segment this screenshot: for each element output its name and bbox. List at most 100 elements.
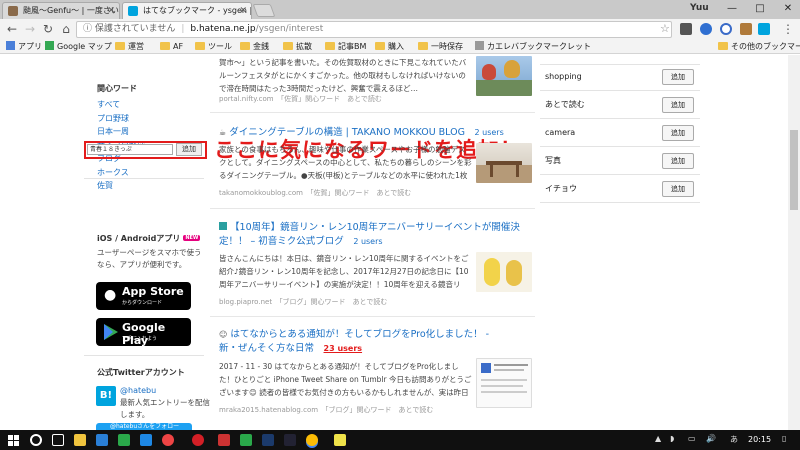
battery-icon[interactable]: ▭ <box>688 434 696 443</box>
extension-icon[interactable] <box>700 23 712 35</box>
read-later-link[interactable]: あとで読む <box>399 406 434 414</box>
entry-users[interactable]: 2 users <box>475 128 504 137</box>
entry-thumbnail[interactable] <box>476 56 532 96</box>
entry-thumbnail[interactable] <box>476 143 532 183</box>
interest-word-link[interactable]: 日本一周 <box>97 125 145 139</box>
bookmark-folder[interactable]: 一時保存 <box>418 41 463 53</box>
bookmark-folder[interactable]: 記事BM <box>325 41 366 53</box>
entry-thumbnail[interactable] <box>476 252 532 292</box>
ime-indicator[interactable]: あ <box>730 434 738 445</box>
entry-users[interactable]: 2 users <box>353 237 382 246</box>
entry-users[interactable]: 23 users <box>324 344 363 353</box>
hatena-bookmark-extension-icon[interactable] <box>758 23 770 35</box>
bookmark-folder[interactable]: 運営 <box>115 41 144 53</box>
read-later-link[interactable]: あとで読む <box>376 189 411 197</box>
tab-hatena[interactable]: はてなブックマーク - ysgen | 関 ✕ <box>122 2 252 19</box>
bookmark-folder[interactable]: 拡散 <box>283 41 312 53</box>
bookmark-folder[interactable]: 購入 <box>375 41 404 53</box>
twitter-handle[interactable]: @hatebu <box>120 386 156 395</box>
task-view-icon[interactable] <box>52 434 64 446</box>
app-store-button[interactable]: ● App Store からダウンロード <box>96 282 191 310</box>
filezilla-icon[interactable] <box>218 434 230 446</box>
photoshop-icon[interactable] <box>262 434 274 446</box>
entry-title[interactable]: 【10周年】鏡音リン・レン10周年アニバーサリーイベントが開催決定！！ – 初音… <box>219 221 529 249</box>
home-icon[interactable]: ⌂ <box>58 21 74 37</box>
info-icon[interactable]: ⓘ <box>83 24 95 34</box>
back-arrow-icon[interactable]: ← <box>4 21 20 37</box>
app-icon[interactable] <box>240 434 252 446</box>
minimize-button[interactable]: — <box>718 0 746 19</box>
app-icon[interactable] <box>334 434 346 446</box>
bookmark-star-icon[interactable]: ☆ <box>660 22 670 35</box>
bookmark-apps[interactable]: アプリ <box>6 41 42 53</box>
address-bar[interactable]: ⓘ 保護されていません | b.hatena.ne.jp/ysgen/interes… <box>76 21 672 38</box>
windows-start-icon[interactable] <box>8 435 19 446</box>
wifi-icon[interactable]: ◗ <box>670 434 674 443</box>
entry-tag-link[interactable]: 「佐賀」関心ワード <box>310 189 370 197</box>
scrollbar-thumb[interactable] <box>790 130 798 210</box>
cortana-icon[interactable] <box>30 434 42 446</box>
app-icon[interactable] <box>284 434 296 446</box>
menu-kebab-icon[interactable]: ⋮ <box>780 21 796 37</box>
bookmark-kaereba[interactable]: カエレバブックマークレット <box>475 41 591 53</box>
volume-icon[interactable]: 🔊 <box>706 434 716 443</box>
store-icon[interactable] <box>96 434 108 446</box>
add-tag-button[interactable]: 追加 <box>662 97 694 113</box>
entry-title[interactable]: ☺ はてなからとある通知が！そしてブログをPro化しました！ - 新・ぜんそく方… <box>219 328 499 356</box>
twitter-follow-button[interactable]: @hatebuさんをフォロー <box>96 423 192 430</box>
tab-close-icon[interactable]: ✕ <box>239 3 247 19</box>
entry-source[interactable]: takanomokkoublog.com <box>219 189 303 197</box>
extension-icon[interactable] <box>740 23 752 35</box>
network-icon[interactable]: ▲ <box>655 434 661 443</box>
other-bookmarks[interactable]: その他のブックマーク <box>718 41 800 53</box>
reload-icon[interactable]: ↻ <box>40 21 56 37</box>
app-icon[interactable] <box>192 434 204 446</box>
clock[interactable]: 20:15 <box>748 435 771 444</box>
chrome-icon[interactable] <box>306 434 318 446</box>
add-tag-button[interactable]: 追加 <box>662 69 694 85</box>
tag-label[interactable]: 写真 <box>545 156 561 165</box>
tag-label[interactable]: あとで読む <box>545 100 585 109</box>
interest-word-link[interactable]: 佐賀 <box>97 179 145 193</box>
scrollbar-track[interactable] <box>788 55 800 430</box>
close-window-button[interactable]: ✕ <box>774 0 800 19</box>
entry-thumbnail[interactable] <box>476 358 532 408</box>
entry-source[interactable]: mraka2015.hatenablog.com <box>219 406 318 414</box>
notification-icon[interactable]: ▯ <box>782 434 786 443</box>
extension-icon[interactable] <box>720 23 732 35</box>
extension-icon[interactable] <box>680 23 692 35</box>
add-tag-button[interactable]: 追加 <box>662 181 694 197</box>
dropbox-icon[interactable] <box>140 434 152 446</box>
maximize-button[interactable]: □ <box>746 0 774 19</box>
line-app-icon[interactable] <box>118 434 130 446</box>
entry-tag-link[interactable]: 「ブログ」関心ワード <box>325 406 392 414</box>
tag-label[interactable]: shopping <box>545 72 582 81</box>
google-play-button[interactable]: Google Play で手に入れよう <box>96 318 191 347</box>
profile-name[interactable]: Yuu <box>690 3 709 13</box>
bookmark-folder[interactable]: AF <box>160 41 183 53</box>
interest-word-link[interactable]: ホークス <box>97 166 145 180</box>
entry-meta: blog.piapro.net 「ブログ」関心ワード あとで読む <box>219 297 387 307</box>
entry-tag-link[interactable]: 「ブログ」関心ワード <box>279 298 346 306</box>
file-explorer-icon[interactable] <box>74 434 86 446</box>
tab-close-icon[interactable]: ✕ <box>107 3 115 19</box>
forward-arrow-icon[interactable]: → <box>22 21 38 37</box>
bookmark-folder[interactable]: ツール <box>195 41 232 53</box>
tag-label[interactable]: camera <box>545 128 575 137</box>
bookmark-folder[interactable]: 金銭 <box>240 41 269 53</box>
add-tag-button[interactable]: 追加 <box>662 153 694 169</box>
read-later-link[interactable]: あとで読む <box>347 95 382 103</box>
entry-source[interactable]: portal.nifty.com <box>219 95 274 103</box>
entry-title[interactable]: ☕ ダイニングテーブルの構造 | TAKANO MOKKOU BLOG 2 us… <box>219 126 519 140</box>
tag-label[interactable]: イチョウ <box>545 184 577 193</box>
entry-source[interactable]: blog.piapro.net <box>219 298 272 306</box>
app-icon[interactable] <box>162 434 174 446</box>
add-tag-button[interactable]: 追加 <box>662 125 694 141</box>
entry-title-link[interactable]: ダイニングテーブルの構造 | TAKANO MOKKOU BLOG <box>229 127 465 138</box>
interest-word-link[interactable]: プロ野球 <box>97 112 145 126</box>
interest-word-all[interactable]: すべて <box>97 98 145 112</box>
entry-tag-link[interactable]: 「佐賀」関心ワード <box>281 95 341 103</box>
bookmark-google-maps[interactable]: Google マップ <box>45 41 112 53</box>
read-later-link[interactable]: あとで読む <box>353 298 388 306</box>
tab-genfu[interactable]: 颱風〜Genfu〜 | 一度さい ✕ <box>2 2 120 19</box>
